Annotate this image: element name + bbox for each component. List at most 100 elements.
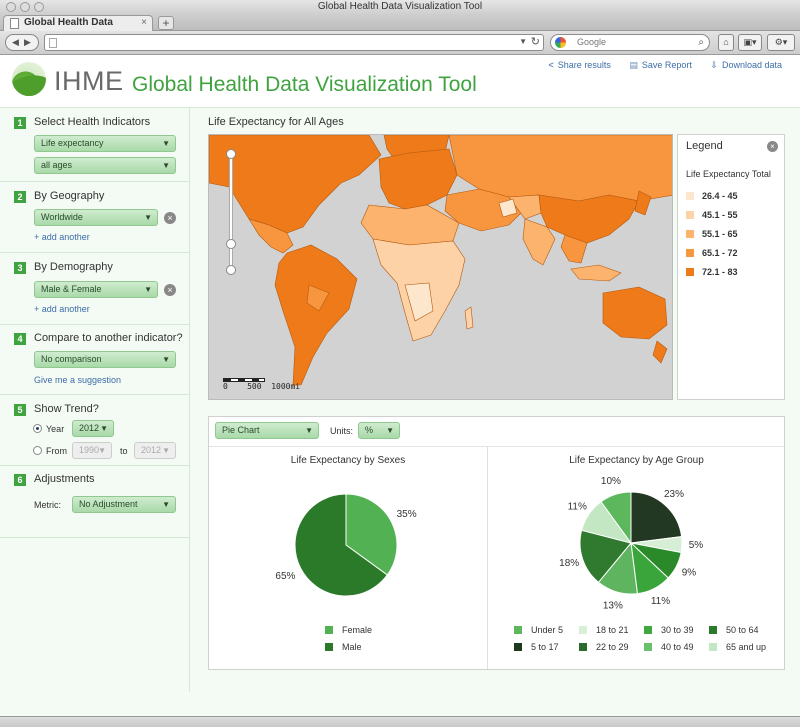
sex-chart-title: Life Expectancy by Sexes — [290, 455, 406, 466]
save-report-link[interactable]: ▤ Save Report — [629, 60, 692, 70]
units-label: Units: — [330, 426, 354, 436]
forward-icon[interactable]: ▶ — [24, 37, 31, 47]
age-pie-data-label: 13% — [603, 600, 623, 611]
section-adjustments: 6 Adjustments Metric: No Adjustment ▼ — [0, 466, 190, 538]
chevron-down-icon: ▼ — [162, 500, 170, 509]
section-title: Adjustments — [34, 473, 95, 485]
year-select[interactable]: 2012 ▼ — [72, 420, 114, 437]
search-icon[interactable]: ⌕ — [698, 35, 704, 50]
download-icon: ⇩ — [710, 60, 718, 70]
metric-select[interactable]: No Adjustment ▼ — [72, 496, 176, 513]
age-legend-label: 50 to 64 — [726, 625, 759, 635]
step-number: 3 — [14, 262, 26, 274]
ihme-logo-icon — [12, 62, 46, 96]
address-bar[interactable]: ▼ ↻ — [44, 34, 544, 51]
metric-label: Metric: — [34, 500, 61, 510]
chevron-down-icon: ▼ — [162, 161, 170, 170]
chart-controls: Pie Chart ▼ Units: % ▼ — [209, 417, 784, 447]
region-north-america[interactable] — [209, 135, 382, 234]
remove-demography-icon[interactable]: × — [164, 284, 176, 296]
bookmarks-button[interactable]: ▣▾ — [738, 34, 762, 51]
age-pie-data-label: 10% — [601, 476, 621, 487]
year-radio[interactable] — [33, 424, 42, 433]
region-madagascar[interactable] — [464, 306, 474, 330]
geography-select[interactable]: Worldwide ▼ — [34, 209, 158, 226]
age-pie-data-label: 23% — [664, 489, 684, 500]
zoom-slider[interactable] — [229, 153, 233, 271]
zoom-window-icon[interactable] — [34, 2, 44, 12]
page-icon — [49, 38, 57, 48]
from-radio[interactable] — [33, 446, 42, 455]
age-legend-swatch — [644, 626, 652, 634]
section-demography: 3 By Demography Male & Female ▼ × + add a… — [0, 253, 190, 325]
age-legend-swatch — [514, 643, 522, 651]
chevron-down-icon: ▼ — [144, 213, 152, 222]
suggestion-link[interactable]: Give me a suggestion — [34, 375, 121, 385]
legend-item: 65.1 - 72 — [686, 248, 738, 258]
legend-close-icon[interactable]: × — [767, 141, 778, 152]
age-legend-swatch — [579, 626, 587, 634]
tab-close-icon[interactable]: × — [141, 16, 147, 30]
close-window-icon[interactable] — [6, 2, 16, 12]
share-results-link[interactable]: < Share results — [549, 60, 611, 70]
search-bar[interactable]: Google ⌕ — [550, 34, 710, 51]
region-europe[interactable] — [378, 148, 458, 210]
region-australia[interactable] — [602, 286, 668, 340]
zoom-level-handle[interactable] — [226, 239, 236, 249]
download-data-link[interactable]: ⇩ Download data — [710, 60, 782, 70]
zoom-out-handle[interactable] — [226, 265, 236, 275]
chevron-down-icon: ▼ — [162, 355, 170, 364]
age-select[interactable]: all ages ▼ — [34, 157, 176, 174]
age-pie-data-label: 9% — [682, 568, 697, 579]
reload-icon[interactable]: ↻ — [531, 35, 540, 48]
from-year-select[interactable]: 1990 ▼ — [72, 442, 112, 459]
add-demography-link[interactable]: + add another — [34, 304, 90, 314]
document-icon — [10, 18, 19, 29]
step-number: 4 — [14, 333, 26, 345]
to-year-select[interactable]: 2012 ▼ — [134, 442, 176, 459]
indicator-select[interactable]: Life expectancy ▼ — [34, 135, 176, 152]
section-health-indicators: 1 Select Health Indicators Life expectan… — [0, 108, 190, 182]
back-icon[interactable]: ◀ — [12, 37, 19, 47]
chevron-down-icon: ▼ — [144, 285, 152, 294]
comparison-select[interactable]: No comparison ▼ — [34, 351, 176, 368]
home-icon: ⌂ — [723, 37, 729, 47]
browser-tab[interactable]: Global Health Data Visualization × — [3, 15, 153, 42]
home-button[interactable]: ⌂ — [718, 34, 734, 51]
tools-button[interactable]: ⚙▾ — [767, 34, 795, 51]
add-geography-link[interactable]: + add another — [34, 232, 90, 242]
tab-bar: Global Health Data Visualization × + — [0, 14, 800, 42]
age-legend-item: Under 5 — [514, 625, 563, 635]
search-input[interactable]: Google — [577, 37, 606, 47]
bookmarks-icon: ▣▾ — [743, 37, 757, 47]
age-legend-item: 50 to 64 — [709, 625, 759, 635]
back-forward-buttons[interactable]: ◀ ▶ — [5, 34, 39, 51]
minimize-window-icon[interactable] — [20, 2, 30, 12]
world-map-svg[interactable] — [209, 135, 673, 400]
world-map[interactable]: 0 500 1000mi — [208, 134, 673, 400]
step-number: 5 — [14, 404, 26, 416]
units-select[interactable]: % ▼ — [358, 422, 400, 439]
region-north-africa[interactable] — [360, 204, 460, 246]
region-china[interactable] — [538, 194, 640, 244]
history-dropdown-icon[interactable]: ▼ — [519, 37, 527, 46]
age-legend-label: 65 and up — [726, 642, 767, 652]
age-legend-item: 18 to 21 — [579, 625, 629, 635]
region-new-zealand[interactable] — [652, 340, 668, 364]
age-pie-data-label: 11% — [568, 501, 587, 512]
region-south-america[interactable] — [274, 244, 358, 386]
age-legend-swatch — [709, 626, 717, 634]
age-chart-title: Life Expectancy by Age Group — [569, 455, 704, 466]
age-pie-data-label: 5% — [689, 540, 704, 551]
chart-type-select[interactable]: Pie Chart ▼ — [215, 422, 319, 439]
age-legend-label: 30 to 39 — [661, 625, 694, 635]
demography-select[interactable]: Male & Female ▼ — [34, 281, 158, 298]
page: IHME Global Health Data Visualization To… — [0, 56, 800, 716]
section-geography: 2 By Geography Worldwide ▼ × + add anothe… — [0, 182, 190, 253]
zoom-in-handle[interactable] — [226, 149, 236, 159]
remove-geography-icon[interactable]: × — [164, 212, 176, 224]
new-tab-button[interactable]: + — [158, 16, 174, 30]
region-indonesia[interactable] — [570, 264, 622, 282]
age-legend-label: Under 5 — [531, 625, 564, 635]
section-title: Show Trend? — [34, 403, 99, 415]
